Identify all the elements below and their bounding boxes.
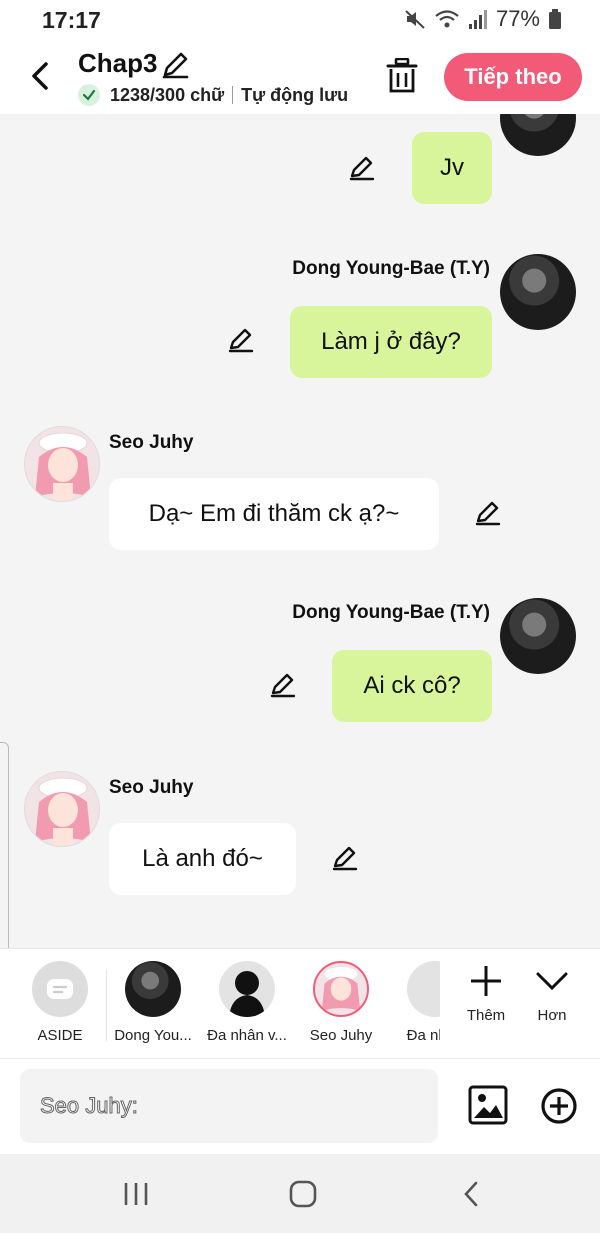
plus-circle-icon [541, 1088, 577, 1124]
message-bubble[interactable]: Dạ~ Em đi thăm ck ạ?~ [109, 478, 439, 550]
edit-title-button[interactable] [160, 50, 190, 80]
edit-message-button[interactable] [348, 154, 376, 182]
avatar-dong-young-bae[interactable] [500, 254, 576, 330]
editor-header: Chap3 1238/300 chữ Tự động lưu Tiếp theo [0, 40, 600, 114]
plus-icon [471, 966, 501, 996]
expand-button[interactable]: Hơn [520, 963, 584, 1024]
more-label: Hơn [537, 1007, 567, 1024]
message-bubble[interactable]: Ai ck cô? [332, 650, 492, 722]
seo-juhy-portrait [35, 777, 91, 846]
character-label: Đa nhân v... [207, 1027, 287, 1044]
avatar-dong-young-bae[interactable] [500, 114, 576, 156]
autosave-status: Tự động lưu [241, 84, 349, 105]
mute-icon [404, 8, 426, 30]
word-count-row: 1238/300 chữ Tự động lưu [78, 84, 348, 106]
next-button[interactable]: Tiếp theo [444, 53, 582, 101]
back-nav-button[interactable] [451, 1178, 491, 1210]
add-label: Thêm [466, 1007, 506, 1024]
character-label: Dong You... [114, 1027, 192, 1044]
battery-icon [548, 8, 562, 30]
system-nav-bar [0, 1154, 600, 1233]
silhouette-icon [219, 961, 275, 1017]
avatar-dong-young-bae [125, 961, 181, 1017]
status-time: 17:17 [42, 7, 101, 33]
avatar-seo-juhy [313, 961, 369, 1017]
pencil-icon [332, 846, 358, 871]
edge-panel-handle[interactable] [0, 742, 9, 970]
home-icon [289, 1180, 317, 1208]
aside-chat-icon [32, 961, 88, 1017]
chevron-down-icon [536, 972, 568, 991]
chapter-title[interactable]: Chap3 [78, 48, 157, 79]
avatar-seo-juhy[interactable] [24, 771, 100, 847]
status-bar: 17:17 77% [0, 0, 600, 40]
avatar-dong-young-bae[interactable] [500, 598, 576, 674]
image-icon [468, 1085, 508, 1125]
more-options-button[interactable] [540, 1087, 578, 1125]
word-count: 1238/300 chữ [110, 84, 225, 105]
wifi-icon [434, 8, 460, 30]
divider [106, 969, 107, 1041]
seo-juhy-portrait [35, 432, 91, 501]
trash-icon [386, 57, 418, 93]
character-aside[interactable]: ASIDE [15, 961, 105, 1044]
delete-button[interactable] [386, 57, 418, 94]
character-label: Seo Juhy [309, 1027, 373, 1044]
message-sender: Dong Young-Bae (T.Y) [292, 602, 490, 623]
insert-image-button[interactable] [468, 1085, 508, 1125]
battery-percent: 77% [495, 6, 540, 31]
edit-message-button[interactable] [227, 326, 255, 354]
message-bubble[interactable]: Jv [412, 132, 492, 204]
picker-actions: Thêm Hơn [440, 949, 600, 1058]
edit-message-button[interactable] [474, 499, 502, 527]
message-bubble[interactable]: Là anh đó~ [109, 823, 296, 895]
signal-icon [468, 8, 488, 30]
character-extra[interactable]: Đa nhân v... [202, 961, 292, 1044]
add-character-button[interactable]: Thêm [454, 963, 518, 1024]
pencil-icon [349, 156, 375, 181]
message-sender: Dong Young-Bae (T.Y) [292, 258, 490, 279]
character-picker: ASIDE Dong You... Đa nhân v... Seo Juhy … [0, 948, 600, 1058]
pencil-icon [228, 328, 254, 353]
back-button[interactable] [22, 54, 58, 98]
character-seo-juhy[interactable]: Seo Juhy [296, 961, 386, 1044]
chevron-left-icon [32, 62, 48, 90]
recents-button[interactable] [116, 1178, 156, 1210]
avatar-seo-juhy[interactable] [24, 426, 100, 502]
pencil-icon [162, 52, 189, 79]
check-icon [78, 84, 100, 106]
character-dong-young-bae[interactable]: Dong You... [108, 961, 198, 1044]
message-sender: Seo Juhy [109, 432, 194, 453]
separator [232, 86, 234, 104]
message-input[interactable] [20, 1069, 438, 1143]
edit-message-button[interactable] [331, 844, 359, 872]
message-sender: Seo Juhy [109, 777, 194, 798]
pencil-icon [475, 501, 501, 526]
recents-icon [124, 1183, 148, 1205]
chat-area[interactable]: Jv Dong Young-Bae (T.Y) Làm j ở đây? Seo… [0, 114, 600, 948]
back-icon [464, 1181, 478, 1207]
status-icons: 77% [404, 6, 562, 32]
home-button[interactable] [283, 1178, 323, 1210]
composer [0, 1058, 600, 1154]
pencil-icon [270, 673, 296, 698]
message-bubble[interactable]: Làm j ở đây? [290, 306, 492, 378]
character-label: ASIDE [37, 1027, 83, 1044]
edit-message-button[interactable] [269, 671, 297, 699]
